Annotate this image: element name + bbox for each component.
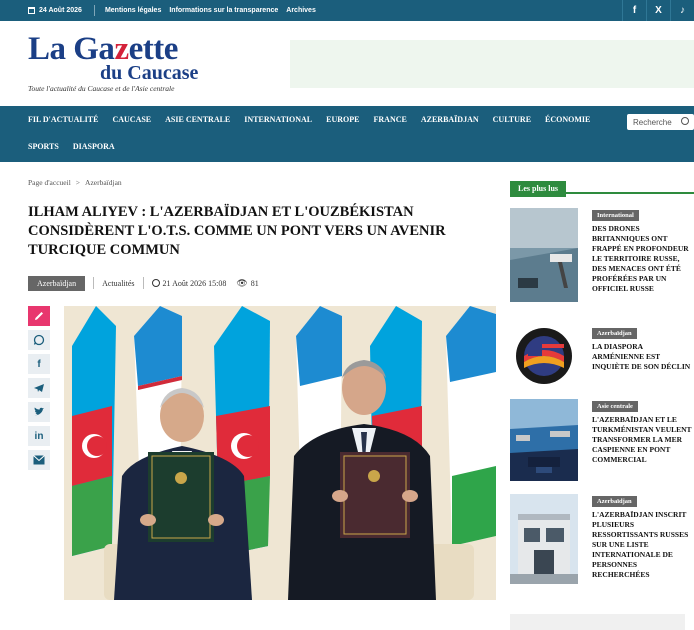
article-views: 81 <box>250 278 259 288</box>
calendar-icon <box>28 7 35 14</box>
tiktok-icon[interactable]: ♪ <box>670 0 694 21</box>
nav-fil-actualite[interactable]: FIL D'ACTUALITÉ <box>28 115 98 124</box>
logo-tagline: Toute l'actualité du Caucase et de l'Asi… <box>28 84 175 93</box>
most-read-title[interactable]: L'Azerbaïdjan et le Turkménistan veulent… <box>592 415 694 465</box>
breadcrumb: Page d'accueil > Azerbaïdjan <box>28 178 122 187</box>
article-main-image <box>64 306 496 600</box>
category-badge[interactable]: Azerbaïdjan <box>28 275 86 291</box>
twitter-icon[interactable] <box>28 402 50 422</box>
most-read-item[interactable]: Azerbaïdjan L'Azerbaïdjan inscrit plusie… <box>510 494 694 590</box>
whatsapp-icon[interactable] <box>28 330 50 350</box>
most-read-item[interactable]: Azerbaïdjan La diaspora arménienne est i… <box>510 326 694 392</box>
search-placeholder: Recherche <box>633 117 672 127</box>
facebook-icon[interactable]: f <box>28 354 50 374</box>
search-input[interactable]: Recherche <box>627 114 694 130</box>
edit-icon[interactable] <box>28 306 50 326</box>
nav-asie-centrale[interactable]: ASIE CENTRALE <box>165 115 230 124</box>
nav-diaspora[interactable]: DIASPORA <box>73 142 115 151</box>
clock-icon <box>151 279 160 287</box>
most-read-item[interactable]: Asie centrale L'Azerbaïdjan et le Turkmé… <box>510 399 694 485</box>
thumbnail-image[interactable] <box>510 494 578 584</box>
most-read-title[interactable]: La diaspora arménienne est inquiète de s… <box>592 342 694 372</box>
telegram-icon[interactable] <box>28 378 50 398</box>
category-badge[interactable]: Azerbaïdjan <box>592 328 637 339</box>
nav-azerbaidjan[interactable]: AZERBAÏDJAN <box>421 115 479 124</box>
category-badge[interactable]: Asie centrale <box>592 401 638 412</box>
category-badge[interactable]: Azerbaïdjan <box>592 496 637 507</box>
sidebar-ad <box>510 614 685 630</box>
article-meta: Azerbaïdjan Actualités 21 Août 2026 15:0… <box>28 275 259 291</box>
search-icon[interactable] <box>681 117 689 125</box>
thumbnail-image[interactable] <box>510 399 578 481</box>
top-date: 24 Août 2026 <box>28 7 82 14</box>
nav-international[interactable]: INTERNATIONAL <box>244 115 312 124</box>
nav-europe[interactable]: EUROPE <box>326 115 359 124</box>
logo-line1: La Gazette <box>28 31 178 67</box>
link-archives[interactable]: Archives <box>286 7 316 14</box>
eye-icon: 👁 <box>236 277 248 288</box>
header-ad-banner <box>290 40 694 88</box>
nav-caucase[interactable]: CAUCASE <box>112 115 151 124</box>
linkedin-icon[interactable]: in <box>28 426 50 446</box>
most-read-title[interactable]: Des drones britanniques ont frappé en pr… <box>592 224 694 294</box>
most-read-title[interactable]: L'Azerbaïdjan inscrit plusieurs ressorti… <box>592 510 694 580</box>
share-bar: f in <box>28 306 50 474</box>
category-badge[interactable]: International <box>592 210 639 221</box>
article-title: Ilham Aliyev : L'Azerbaïdjan et l'Ouzbék… <box>28 204 446 258</box>
facebook-icon[interactable]: f <box>622 0 646 21</box>
nav-economie[interactable]: ÉCONOMIE <box>545 115 590 124</box>
top-date-text: 24 Août 2026 <box>39 7 82 14</box>
nav-sports[interactable]: SPORTS <box>28 142 59 151</box>
email-icon[interactable] <box>28 450 50 470</box>
breadcrumb-current[interactable]: Azerbaïdjan <box>85 178 122 187</box>
thumbnail-image[interactable] <box>510 326 578 386</box>
main-navigation: FIL D'ACTUALITÉ CAUCASE ASIE CENTRALE IN… <box>0 106 694 162</box>
nav-france[interactable]: FRANCE <box>374 115 407 124</box>
site-logo[interactable]: La Gazette du Caucase Toute l'actualité … <box>28 31 228 94</box>
most-read-header: Les plus lus <box>510 178 694 197</box>
article-section[interactable]: Actualités <box>102 279 134 288</box>
thumbnail-image[interactable] <box>510 208 578 302</box>
most-read-tab[interactable]: Les plus lus <box>510 181 567 197</box>
nav-culture[interactable]: CULTURE <box>493 115 531 124</box>
x-twitter-icon[interactable]: X <box>646 0 670 21</box>
chevron-right-icon: > <box>75 178 81 187</box>
top-bar: 24 Août 2026 Mentions légales Informatio… <box>0 0 694 21</box>
top-divider <box>93 5 95 16</box>
logo-line2: du Caucase <box>100 62 199 84</box>
social-links: f X ♪ <box>622 0 694 21</box>
most-read-item[interactable]: International Des drones britanniques on… <box>510 208 694 304</box>
link-mentions-legales[interactable]: Mentions légales <box>105 7 161 14</box>
article-datetime: 21 Août 2026 15:08 <box>162 278 227 288</box>
meta-divider <box>142 277 144 289</box>
link-transparence[interactable]: Informations sur la transparence <box>169 7 278 14</box>
meta-divider <box>93 277 95 289</box>
breadcrumb-home[interactable]: Page d'accueil <box>28 178 71 187</box>
